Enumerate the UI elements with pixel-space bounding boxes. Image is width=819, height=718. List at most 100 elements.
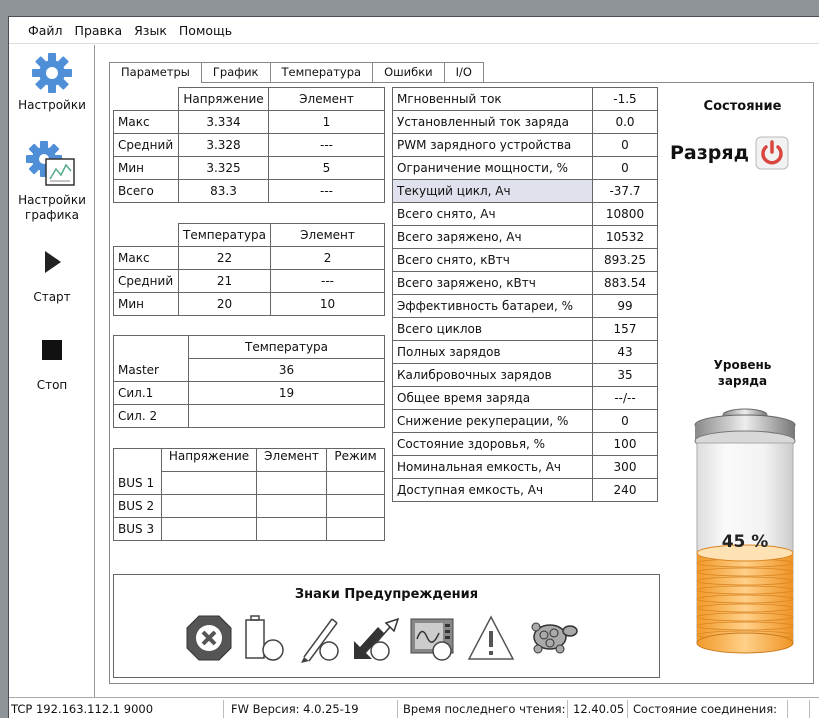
cell-value: 3.334 <box>178 110 269 134</box>
voltage-table: Напряжение Элемент Макс 3.334 1 Средний … <box>113 87 385 203</box>
stop-icon <box>42 340 62 360</box>
charge-title-line1: Уровень <box>713 358 772 372</box>
tab-errors[interactable]: Ошибки <box>372 62 445 82</box>
graph-settings-label-1: Настройки <box>18 193 86 207</box>
cell-value: 10 <box>270 292 385 316</box>
params-row: PWM зарядного устройства 0 <box>392 133 658 157</box>
param-label: Полных зарядов <box>392 340 593 364</box>
menu-file[interactable]: Файл <box>28 23 63 38</box>
tab-graph[interactable]: График <box>200 62 271 82</box>
warnings-title: Знаки Предупреждения <box>294 587 479 602</box>
param-label: Эффективность батареи, % <box>392 294 593 318</box>
param-value: 43 <box>592 340 658 364</box>
header-temperature: Температура <box>177 223 272 247</box>
warnings-icons <box>184 613 580 663</box>
row-label: Средний <box>113 133 179 157</box>
cell-value: 21 <box>177 269 272 293</box>
param-label: Состояние здоровья, % <box>392 432 593 456</box>
table-row: Температура <box>113 335 385 359</box>
charge-title-line2: заряда <box>717 374 768 388</box>
cell-value <box>188 404 385 428</box>
start-button[interactable]: Старт <box>9 247 95 305</box>
params-row: Всего заряжено, кВтч 883.54 <box>392 271 658 295</box>
param-label: Ограничение мощности, % <box>392 156 593 180</box>
params-row: Всего снято, кВтч 893.25 <box>392 248 658 272</box>
param-label: Всего заряжено, Ач <box>392 225 593 249</box>
param-value: 10532 <box>592 225 658 249</box>
cell-value: 19 <box>188 381 385 405</box>
cell-value: --- <box>268 133 385 157</box>
charge-title: Уровень заряда <box>675 357 810 389</box>
menu-edit[interactable]: Правка <box>75 23 123 38</box>
table-row: Всего 83.3 --- <box>113 179 385 203</box>
header-cell: Элемент <box>270 223 385 247</box>
row-label: Мин <box>113 292 179 316</box>
row-label: Сил.1 <box>113 381 189 405</box>
table-row: BUS 3 <box>113 517 385 541</box>
table-row: Мин 20 10 <box>113 292 385 316</box>
param-label: PWM зарядного устройства <box>392 133 593 157</box>
params-row: Снижение рекуперации, % 0 <box>392 409 658 433</box>
status-bar: TCP 192.163.112.1 9000 FW Версия: 4.0.25… <box>9 697 819 718</box>
param-value: 300 <box>592 455 658 479</box>
stop-label: Стоп <box>36 378 68 392</box>
header-temperature: Температура <box>188 335 385 359</box>
battery-icon[interactable]: 45 % <box>685 401 805 661</box>
param-value: 157 <box>592 317 658 341</box>
params-row: Всего заряжено, Ач 10532 <box>392 225 658 249</box>
stop-button[interactable]: Стоп <box>9 335 95 393</box>
settings-button[interactable]: Настройки <box>9 51 95 113</box>
table-row: Средний 3.328 --- <box>113 133 385 157</box>
connection-address: TCP 192.163.112.1 9000 <box>11 702 154 716</box>
temperature-table: Температура Элемент Макс 22 2 Средний 21… <box>113 223 385 316</box>
param-value: 0 <box>592 133 658 157</box>
param-label: Всего заряжено, кВтч <box>392 271 593 295</box>
settings-label: Настройки <box>18 98 86 112</box>
gear-icon <box>32 53 72 93</box>
row-label: Средний <box>113 269 179 293</box>
params-row: Установленный ток заряда 0.0 <box>392 110 658 134</box>
row-label: Макс <box>113 246 179 270</box>
params-table: Мгновенный ток -1.5 Установленный ток заря… <box>392 87 658 502</box>
param-value: 35 <box>592 363 658 387</box>
tab-bar: Параметры График Температура Ошибки I/O <box>109 62 484 83</box>
app-window: Файл Правка Язык Помощь Настройки Настро… <box>8 16 819 718</box>
tab-temperature[interactable]: Температура <box>269 62 374 82</box>
cell-value: 3.325 <box>178 156 269 180</box>
state-indicator: Разряд <box>670 135 815 171</box>
row-label: Master <box>113 358 189 382</box>
param-value: --/-- <box>592 386 658 410</box>
graph-settings-label-2: графика <box>25 208 79 222</box>
param-label: Текущий цикл, Ач <box>392 179 593 203</box>
table-row: BUS 2 <box>113 494 385 518</box>
cell-value: 22 <box>177 246 272 270</box>
param-label: Всего снято, Ач <box>392 202 593 226</box>
header-cell: Элемент <box>256 448 327 472</box>
params-row: Общее время заряда --/-- <box>392 386 658 410</box>
table-row: Master 36 <box>113 358 385 382</box>
param-label: Калибровочных зарядов <box>392 363 593 387</box>
tab-parameters[interactable]: Параметры <box>109 62 202 83</box>
param-label: Установленный ток заряда <box>392 110 593 134</box>
row-label: Всего <box>113 179 179 203</box>
param-value: 100 <box>592 432 658 456</box>
graph-settings-button[interactable]: Настройки графика <box>9 139 95 223</box>
table-row: Температура Элемент <box>113 223 385 247</box>
header-cell: Элемент <box>268 87 385 111</box>
master-temperature-table: Температура Master 36 Сил.1 19 Сил. 2 <box>113 335 385 428</box>
menu-help[interactable]: Помощь <box>179 23 232 38</box>
table-row: Напряжение Элемент <box>113 87 385 111</box>
cell-value: 36 <box>188 358 385 382</box>
header-mode: Режим <box>326 448 385 472</box>
cell-value: 83.3 <box>178 179 269 203</box>
row-label: BUS 1 <box>113 471 162 495</box>
state-value: Разряд <box>670 142 749 164</box>
menu-language[interactable]: Язык <box>134 23 167 38</box>
table-row: Средний 21 --- <box>113 269 385 293</box>
param-value: 883.54 <box>592 271 658 295</box>
table-row: Макс 3.334 1 <box>113 110 385 134</box>
tab-io[interactable]: I/O <box>443 62 484 82</box>
header-voltage: Напряжение <box>178 87 269 111</box>
row-label: BUS 3 <box>113 517 162 541</box>
param-value: -37.7 <box>592 179 658 203</box>
